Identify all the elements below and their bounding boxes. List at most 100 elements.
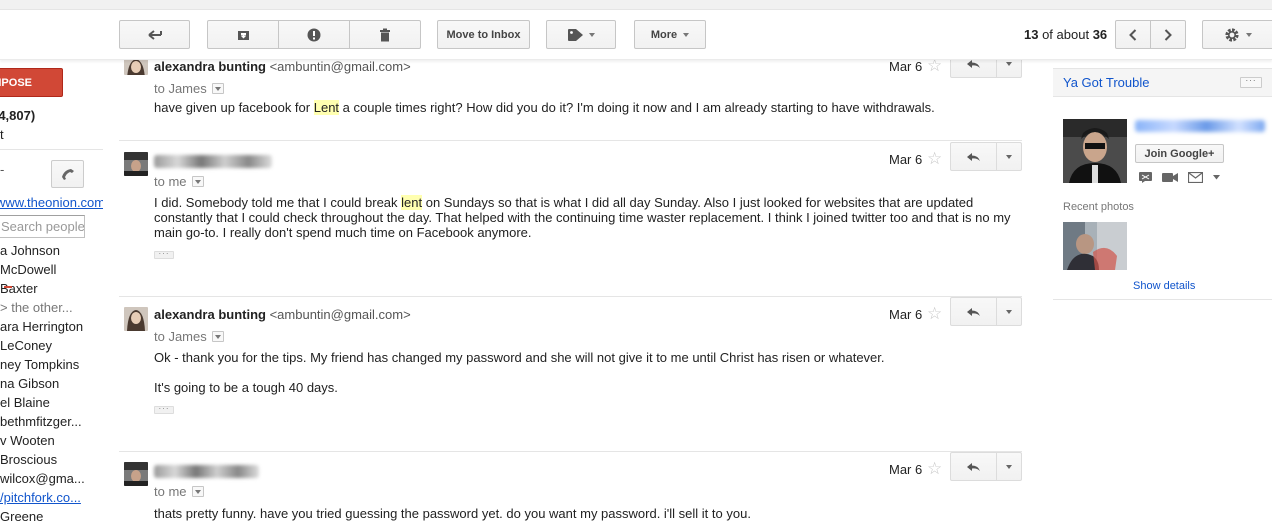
sidebar-title[interactable]: Ya Got Trouble xyxy=(1063,75,1149,90)
recipient-line: to James xyxy=(154,329,224,344)
message-body: Ok - thank you for the tips. My friend h… xyxy=(154,350,1014,395)
chat-contact[interactable]: v Wooten xyxy=(0,431,103,450)
chat-contact[interactable]: a Johnson xyxy=(0,241,103,260)
search-people-input[interactable]: Search people... xyxy=(0,215,85,238)
contact-actions xyxy=(1139,172,1220,183)
older-button[interactable] xyxy=(1150,20,1186,49)
reply-arrow-icon xyxy=(967,307,980,316)
labels-button[interactable] xyxy=(546,20,616,49)
details-dropdown-icon[interactable] xyxy=(211,83,224,94)
video-call-icon[interactable] xyxy=(1162,172,1178,183)
show-details-link[interactable]: Show details xyxy=(1133,280,1195,292)
sidebar-menu-button[interactable]: ··· xyxy=(1240,77,1262,88)
avatar xyxy=(124,152,148,176)
chevron-down-icon xyxy=(1006,464,1012,469)
message-date: Mar 6 xyxy=(889,152,923,167)
reply-menu-button[interactable] xyxy=(997,298,1021,325)
label-tag-icon xyxy=(567,28,583,41)
star-icon[interactable]: ☆ xyxy=(927,149,942,169)
message-body: I did. Somebody told me that I could bre… xyxy=(154,195,1014,240)
body-text: have given up facebook for xyxy=(154,100,314,115)
newer-button[interactable] xyxy=(1115,20,1151,49)
chat-contact[interactable]: ara Herrington xyxy=(0,317,103,336)
report-spam-button[interactable] xyxy=(278,20,350,49)
chat-contact[interactable]: /pitchfork.co... xyxy=(0,488,103,507)
archive-icon xyxy=(237,30,249,40)
recent-photo-thumbnail[interactable] xyxy=(1063,222,1127,270)
star-icon[interactable]: ☆ xyxy=(927,60,942,76)
avatar xyxy=(124,60,148,75)
message-date: Mar 6 xyxy=(889,307,923,322)
details-dropdown-icon[interactable] xyxy=(191,176,204,187)
chat-contact[interactable]: na Gibson xyxy=(0,374,103,393)
chat-contact[interactable]: > the other... xyxy=(0,298,103,317)
message-date: Mar 6 xyxy=(889,462,923,477)
show-trimmed-content-button[interactable]: ··· xyxy=(154,405,174,414)
reply-button[interactable] xyxy=(951,453,997,480)
sender-label: alexandra bunting xyxy=(154,307,266,322)
sender-name-redacted[interactable] xyxy=(154,465,259,478)
details-dropdown-icon[interactable] xyxy=(211,331,224,342)
chat-contact[interactable]: bethmfitzger... xyxy=(0,412,103,431)
reply-button[interactable] xyxy=(951,143,997,170)
archive-button[interactable] xyxy=(207,20,279,49)
reply-button[interactable] xyxy=(951,60,997,77)
sender-name-redacted[interactable] xyxy=(154,155,272,168)
chat-contact[interactable]: wilcox@gma... xyxy=(0,469,103,488)
chat-icon[interactable] xyxy=(1139,172,1152,183)
chat-contact[interactable]: LeConey xyxy=(0,336,103,355)
more-button[interactable]: More xyxy=(634,20,706,49)
chevron-down-icon[interactable] xyxy=(1213,175,1220,180)
chevron-down-icon xyxy=(588,32,595,37)
contact-photo[interactable] xyxy=(1063,119,1127,183)
chat-contact[interactable]: McDowell xyxy=(0,260,103,279)
chevron-down-icon xyxy=(1246,32,1252,37)
pager-total: 36 xyxy=(1092,27,1108,42)
sidebar-divider xyxy=(1053,299,1272,300)
spam-icon xyxy=(307,28,321,41)
contact-name-redacted xyxy=(1135,120,1265,132)
reply-menu-button[interactable] xyxy=(997,60,1021,77)
sender-name[interactable]: alexandra bunting <ambuntin@gmail.com> xyxy=(154,307,411,322)
compose-button[interactable]: COMPOSE xyxy=(0,68,63,97)
settings-button[interactable] xyxy=(1202,20,1272,49)
pager-of: of about xyxy=(1038,27,1093,42)
sender-name[interactable]: alexandra bunting <ambuntin@gmail.com> xyxy=(154,60,411,74)
reply-button[interactable] xyxy=(951,298,997,325)
chat-contact[interactable]: Broscious xyxy=(0,450,103,469)
chat-contact[interactable]: el Blaine xyxy=(0,393,103,412)
reply-menu-button[interactable] xyxy=(997,453,1021,480)
details-dropdown-icon[interactable] xyxy=(191,486,204,497)
call-phone-button[interactable] xyxy=(51,160,84,188)
email-icon[interactable] xyxy=(1188,172,1203,183)
body-text: I did. Somebody told me that I could bre… xyxy=(154,195,402,210)
move-to-inbox-button[interactable]: Move to Inbox xyxy=(437,20,530,49)
more-label: More xyxy=(650,28,678,41)
chevron-down-icon xyxy=(1006,154,1012,159)
chat-contact[interactable]: Baxter xyxy=(0,279,103,298)
phone-icon xyxy=(61,169,74,180)
sidebar-header: Ya Got Trouble ··· xyxy=(1053,68,1272,97)
nav-item-fragment[interactable]: t xyxy=(0,127,4,142)
chat-contact[interactable]: Greene xyxy=(0,507,103,521)
reply-arrow-icon xyxy=(967,60,980,68)
avatar xyxy=(124,307,148,331)
reply-button-group xyxy=(950,60,1022,78)
chevron-down-icon xyxy=(683,32,690,37)
chat-contact[interactable]: ney Tompkins xyxy=(0,355,103,374)
delete-button[interactable] xyxy=(349,20,421,49)
reply-menu-button[interactable] xyxy=(997,143,1021,170)
star-icon[interactable]: ☆ xyxy=(927,459,942,479)
left-nav: COMPOSE (4,807) t - www.theonion.com Sea… xyxy=(0,60,103,521)
body-text: It's going to be a tough 40 days. xyxy=(154,380,338,395)
back-button[interactable] xyxy=(119,20,190,49)
show-trimmed-content-button[interactable]: ··· xyxy=(154,250,174,259)
chat-status-link[interactable]: www.theonion.com xyxy=(0,195,103,210)
reply-arrow-icon xyxy=(967,152,980,161)
inbox-count[interactable]: (4,807) xyxy=(0,108,35,123)
body-text: a couple times right? How did you do it?… xyxy=(339,100,935,115)
message-separator xyxy=(119,140,1022,141)
star-icon[interactable]: ☆ xyxy=(927,304,942,324)
join-google-plus-button[interactable]: Join Google+ xyxy=(1135,144,1224,163)
recent-photos-label: Recent photos xyxy=(1063,201,1134,213)
